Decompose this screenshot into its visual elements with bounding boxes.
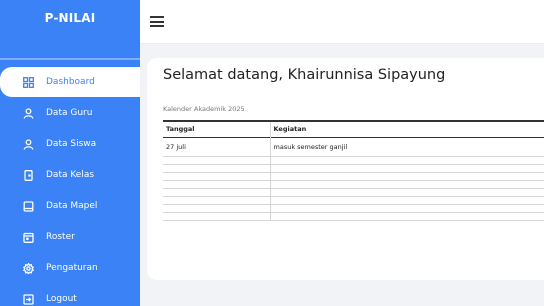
- sidebar-item-label: Pengaturan: [46, 263, 98, 273]
- table-row-empty: [163, 180, 544, 189]
- welcome-heading: Selamat datang, Khairunnisa Sipayung: [163, 67, 446, 83]
- menu-toggle-icon[interactable]: [150, 16, 164, 27]
- table-row-empty: [163, 212, 544, 221]
- sidebar-item-data-kelas[interactable]: Data Kelas: [0, 160, 140, 190]
- brand-divider: [0, 58, 140, 60]
- grid-icon: [23, 76, 34, 88]
- sidebar-item-label: Data Siswa: [46, 139, 97, 149]
- sidebar-item-logout[interactable]: Logout: [0, 284, 140, 306]
- logout-icon: [23, 293, 34, 305]
- sidebar-item-label: Data Kelas: [46, 170, 95, 180]
- table-row-empty: [163, 172, 544, 181]
- user-icon: [23, 107, 34, 119]
- table-header-row: Tanggal Kegiatan: [163, 121, 544, 137]
- brand-logo: P-NILAI: [44, 11, 96, 25]
- top-bar: [140, 0, 544, 44]
- gear-icon: [23, 262, 34, 274]
- sidebar-item-roster[interactable]: Roster: [0, 222, 140, 252]
- sidebar-item-data-mapel[interactable]: Data Mapel: [0, 191, 140, 221]
- column-header-tanggal: Tanggal: [163, 121, 271, 137]
- calendar-caption: Kalender Akademik 2025: [163, 105, 245, 113]
- table-row-empty: [163, 188, 544, 197]
- sidebar-item-label: Data Mapel: [46, 201, 98, 211]
- column-header-kegiatan: Kegiatan: [273, 125, 307, 134]
- table-row-empty: [163, 164, 544, 173]
- table-row-empty: [163, 156, 544, 165]
- calendar-icon: [23, 232, 34, 243]
- table-cell-activity: masuk semester ganjil: [270, 137, 544, 157]
- sidebar-item-label: Dashboard: [46, 77, 95, 87]
- table-cell-date: 27 juli: [163, 137, 271, 157]
- table-row-empty: [163, 204, 544, 213]
- table-row-empty: [163, 196, 544, 205]
- door-icon: [23, 169, 34, 181]
- sidebar: P-NILAI Dashboard Data Guru Data Siswa D…: [0, 0, 140, 306]
- sidebar-item-label: Data Guru: [46, 108, 93, 118]
- book-icon: [23, 200, 34, 212]
- sidebar-item-label: Logout: [46, 294, 77, 304]
- calendar-table: Tanggal Kegiatan 27 juli masuk semester …: [163, 120, 544, 221]
- sidebar-item-label: Roster: [46, 232, 75, 242]
- sidebar-item-data-siswa[interactable]: Data Siswa: [0, 129, 140, 159]
- user-icon: [23, 138, 34, 150]
- table-row: 27 juli masuk semester ganjil: [163, 137, 544, 157]
- sidebar-item-data-guru[interactable]: Data Guru: [0, 98, 140, 128]
- sidebar-item-dashboard[interactable]: Dashboard: [0, 67, 140, 97]
- dashboard-card: Selamat datang, Khairunnisa Sipayung Kal…: [147, 58, 544, 280]
- sidebar-item-pengaturan[interactable]: Pengaturan: [0, 253, 140, 283]
- sidebar-nav: Dashboard Data Guru Data Siswa Data Kela…: [0, 67, 140, 306]
